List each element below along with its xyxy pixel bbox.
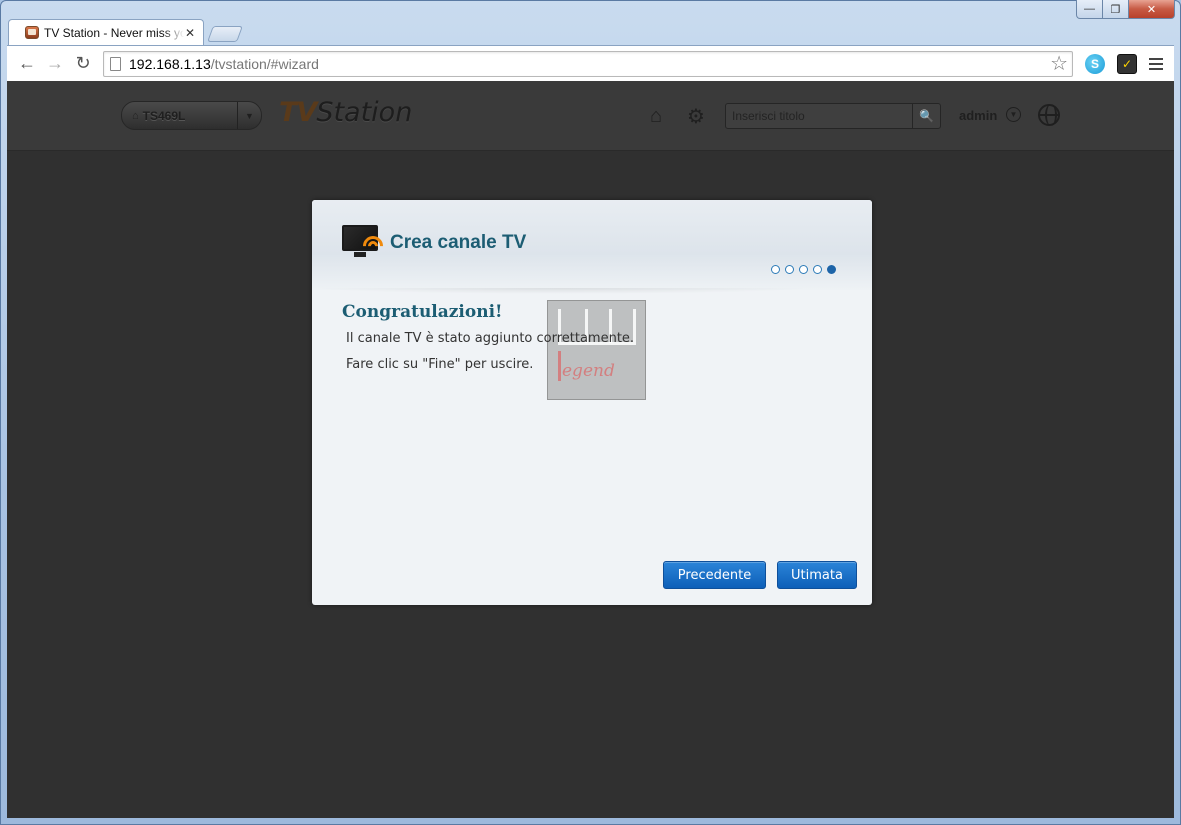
tv-station-logo: TVStation [279,97,412,128]
globe-icon[interactable] [1038,104,1060,126]
tab-title: TV Station - Never miss your favorite TV… [44,25,184,40]
step-indicator [799,265,808,274]
logo-tv: TV [279,97,317,128]
tab-close-icon[interactable]: ✕ [185,26,195,40]
logo-station: Station [316,97,413,128]
nas-selector[interactable]: ⌂ TS469L ▼ [121,101,262,130]
checker-extension-icon[interactable]: ✓ [1117,53,1137,74]
page-content: ⌂ TS469L ▼ TVStation ⌂ ⚙ 🔍 admin ▼ [7,81,1174,818]
dialog-title: Crea canale TV [390,232,527,253]
new-tab-button[interactable] [207,26,243,42]
step-indicator [771,265,780,274]
create-channel-dialog: Crea canale TV egend Congratulazioni! Il… [312,200,872,605]
wizard-steps [771,265,836,274]
previous-button[interactable]: Precedente [663,561,766,589]
window-controls: — ❐ ✕ [1076,0,1175,20]
maximize-button[interactable]: ❐ [1103,0,1129,19]
search-box: 🔍 [725,103,941,129]
search-icon[interactable]: 🔍 [912,104,940,128]
chevron-down-icon[interactable]: ▼ [237,102,261,129]
user-menu-caret-icon[interactable]: ▼ [1006,107,1021,122]
dialog-header: Crea canale TV [312,200,872,294]
user-menu-label[interactable]: admin [959,108,997,123]
tv-favicon-icon [25,26,39,39]
home-icon[interactable]: ⌂ [643,103,669,129]
step-indicator-active [827,265,836,274]
back-button[interactable]: ← [13,50,41,78]
address-bar[interactable]: 192.168.1.13 /tvstation/#wizard ☆ [103,50,1073,77]
step-indicator [813,265,822,274]
forward-button[interactable]: → [41,50,69,78]
nas-name: TS469L [142,108,186,123]
chrome-menu-icon[interactable] [1149,57,1163,70]
app-header: ⌂ TS469L ▼ TVStation ⌂ ⚙ 🔍 admin ▼ [7,81,1174,151]
finish-button[interactable]: Utimata [777,561,857,589]
url-path: /tvstation/#wizard [210,55,319,72]
tv-wifi-icon [342,225,388,261]
exit-instruction: Fare clic su "Fine" per uscire. [346,357,534,372]
header-shadow [312,288,812,294]
gear-icon[interactable]: ⚙ [683,103,709,129]
success-message: Il canale TV è stato aggiunto correttame… [346,331,635,346]
congrats-heading: Congratulazioni! [342,302,503,322]
tab-strip: TV Station - Never miss your favorite TV… [8,18,243,45]
search-input[interactable] [726,104,912,128]
page-icon [110,56,121,71]
skype-extension-icon[interactable]: S [1085,53,1105,74]
bookmark-star-icon[interactable]: ☆ [1050,51,1068,76]
browser-toolbar: ← → ↻ 192.168.1.13 /tvstation/#wizard ☆ … [7,45,1174,81]
step-indicator [785,265,794,274]
nas-home-icon: ⌂ [132,109,139,122]
dialog-body: Congratulazioni! Il canale TV è stato ag… [342,302,634,372]
url-host: 192.168.1.13 [129,55,211,72]
minimize-button[interactable]: — [1076,0,1103,19]
close-window-button[interactable]: ✕ [1129,0,1175,19]
tab-tv-station[interactable]: TV Station - Never miss your favorite TV… [8,19,204,45]
reload-button[interactable]: ↻ [69,50,97,78]
